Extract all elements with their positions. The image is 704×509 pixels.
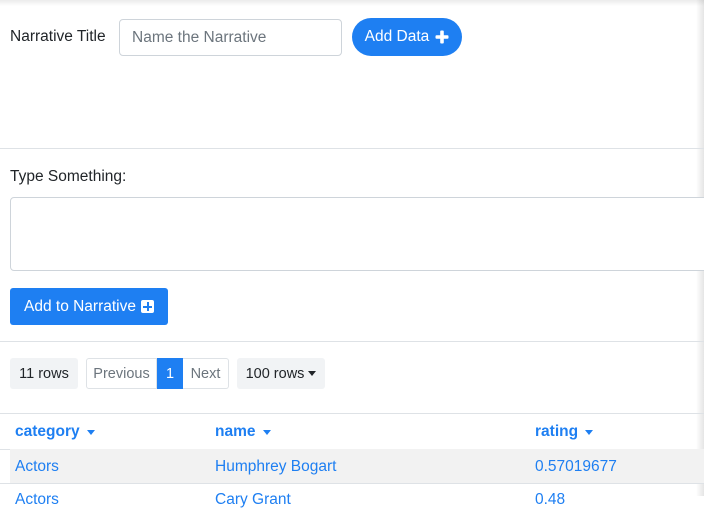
page-size-label: 100 rows — [245, 365, 305, 382]
column-header-label: rating — [535, 423, 579, 440]
plus-square-icon — [141, 300, 154, 313]
table-cell: 0.57019677 — [535, 458, 617, 475]
type-something-label: Type Something: — [10, 168, 127, 185]
table-row-border — [0, 483, 704, 484]
narrative-title-label: Narrative Title — [10, 28, 106, 45]
add-data-button[interactable]: Add Data — [352, 18, 462, 56]
table-cell[interactable]: Cary Grant — [215, 491, 291, 509]
page-size-dropdown[interactable]: 100 rows — [237, 358, 325, 389]
narrative-title-input[interactable] — [119, 19, 342, 56]
caret-down-icon — [86, 429, 95, 435]
add-to-narrative-label: Add to Narrative — [24, 297, 136, 315]
page-1-button[interactable]: 1 — [157, 358, 183, 389]
table-cell[interactable]: Actors — [15, 491, 59, 509]
column-header-label: name — [215, 423, 256, 440]
add-data-label: Add Data — [364, 28, 430, 45]
caret-down-icon — [262, 429, 271, 435]
add-to-narrative-button[interactable]: Add to Narrative — [10, 288, 168, 325]
column-header-rating[interactable]: rating — [535, 423, 594, 441]
table-cell[interactable]: Actors — [15, 458, 59, 476]
caret-down-icon — [308, 371, 317, 376]
pagination: Previous 1 Next — [86, 358, 229, 389]
plus-icon — [435, 30, 449, 44]
column-header-category[interactable]: category — [15, 423, 95, 441]
rows-count-badge: 11 rows — [10, 358, 78, 389]
next-page-button[interactable]: Next — [183, 358, 229, 389]
divider — [0, 148, 704, 149]
column-header-name[interactable]: name — [215, 423, 271, 441]
table-cell: 0.48 — [535, 491, 566, 508]
table-top-border — [0, 413, 704, 414]
column-header-label: category — [15, 423, 80, 440]
divider — [0, 341, 704, 342]
table-cell[interactable]: Humphrey Bogart — [215, 458, 336, 476]
top-shadow — [0, 0, 704, 6]
previous-page-button[interactable]: Previous — [86, 358, 157, 389]
caret-down-icon — [585, 429, 594, 435]
narrative-textarea[interactable] — [10, 197, 704, 271]
